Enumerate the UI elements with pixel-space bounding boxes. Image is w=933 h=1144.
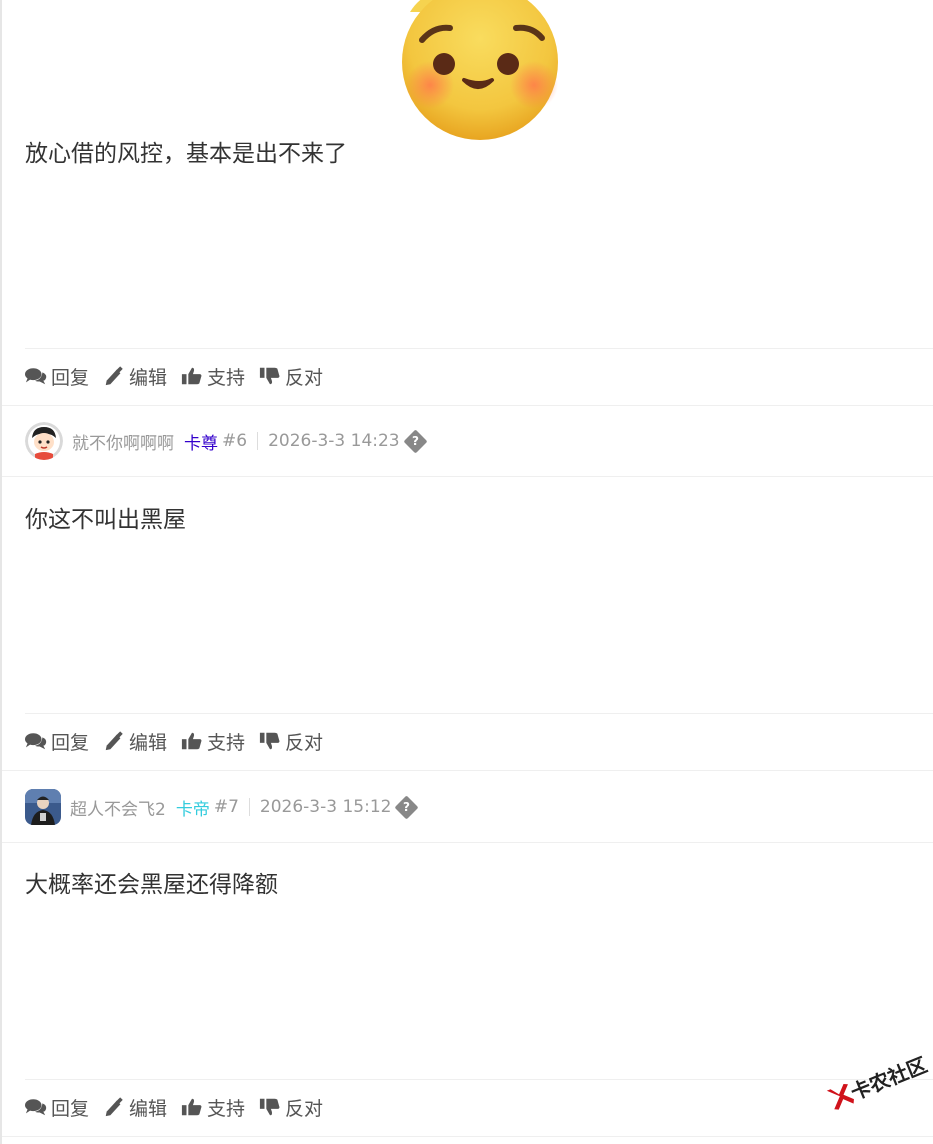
avatar[interactable] [25,789,61,825]
user-rank: 卡帝 [175,799,210,820]
thumbs-down-icon [259,367,280,385]
reply-button[interactable]: 回复 [25,1094,89,1121]
question-diamond-icon: ? [403,428,428,454]
post-separator [2,1136,933,1137]
pencil-icon [105,1097,123,1117]
support-button[interactable]: 支持 [181,728,245,755]
post-author-row: 就不你啊啊啊 卡尊 #6 2026-3-3 14:23 ? [25,422,428,460]
support-label: 支持 [207,366,246,389]
pencil-icon [105,731,123,751]
reply-label: 回复 [51,366,90,389]
comments-icon [25,733,47,750]
post-time: 2026-3-3 15:12 [259,797,392,817]
question-diamond-icon: ? [394,794,419,820]
thumbs-up-icon [181,1098,202,1116]
post-actions: 回复 编辑 支持 反对 [25,1092,337,1122]
avatar-cartoon-boy [25,422,63,460]
support-button[interactable]: 支持 [181,363,245,390]
post-content: 你这不叫出黑屋 [25,507,186,533]
oppose-label: 反对 [285,731,324,754]
post-actions: 回复 编辑 支持 反对 [25,361,337,391]
divider [25,1079,933,1080]
reply-label: 回复 [51,1097,90,1120]
oppose-button[interactable]: 反对 [259,363,323,390]
watermark: 卡农社区 [817,1036,933,1138]
separator [257,432,259,450]
divider [25,348,933,349]
post-actions: 回复 编辑 支持 反对 [25,726,337,756]
comments-icon [25,368,47,385]
separator [248,798,250,816]
oppose-button[interactable]: 反对 [259,728,323,755]
edit-button[interactable]: 编辑 [103,728,167,755]
divider [2,476,933,477]
reply-button[interactable]: 回复 [25,728,89,755]
thumbs-up-icon [181,367,202,385]
post-separator [2,770,933,771]
left-border [0,0,2,1144]
thumbs-down-icon [259,1098,280,1116]
author-name[interactable]: 就不你啊啊啊 [72,429,174,454]
comments-icon [25,1099,47,1116]
thumbs-down-icon [259,732,280,750]
post-time: 2026-3-3 14:23 [268,431,400,451]
pencil-icon [105,366,123,386]
oppose-label: 反对 [285,1097,324,1120]
edit-label: 编辑 [129,1097,168,1120]
edit-label: 编辑 [129,731,168,754]
edit-label: 编辑 [129,366,168,389]
edit-button[interactable]: 编辑 [103,363,167,390]
reply-button[interactable]: 回复 [25,363,89,390]
reply-label: 回复 [51,731,90,754]
divider [25,713,933,714]
oppose-button[interactable]: 反对 [259,1094,323,1121]
thumbs-up-icon [181,732,202,750]
avatar[interactable] [25,422,63,460]
support-label: 支持 [207,1097,246,1120]
support-label: 支持 [207,731,246,754]
pleading-face-emoji [402,0,558,140]
author-name[interactable]: 超人不会飞2 [70,795,166,820]
post-separator [2,405,933,406]
floor-number[interactable]: #7 [214,797,239,817]
edit-button[interactable]: 编辑 [103,1094,167,1121]
watermark-text: 卡农社区 [847,1052,931,1105]
post-content: 放心借的风控，基本是出不来了 [25,141,347,167]
floor-number[interactable]: #6 [222,431,247,451]
user-rank: 卡尊 [184,433,218,454]
avatar-photo [25,789,61,825]
support-button[interactable]: 支持 [181,1094,245,1121]
divider [2,842,933,843]
post-content: 大概率还会黑屋还得降额 [25,872,278,898]
post-author-row: 超人不会飞2 卡帝 #7 2026-3-3 15:12 ? [25,788,419,826]
oppose-label: 反对 [285,366,324,389]
